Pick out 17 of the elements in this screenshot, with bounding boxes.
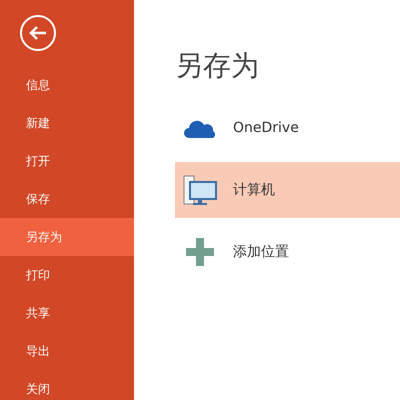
- sidebar-item[interactable]: 打印: [0, 256, 134, 294]
- location-item[interactable]: 计算机: [175, 162, 400, 218]
- back-arrow-icon: [28, 25, 48, 41]
- location-item[interactable]: OneDrive: [175, 100, 400, 156]
- sidebar-item[interactable]: 新建: [0, 104, 134, 142]
- sidebar-item[interactable]: 共享: [0, 294, 134, 332]
- sidebar-item[interactable]: 信息: [0, 66, 134, 104]
- sidebar-item[interactable]: 另存为: [0, 218, 134, 256]
- page-title: 另存为: [175, 52, 260, 80]
- location-item[interactable]: 添加位置: [175, 224, 400, 280]
- computer-icon: [183, 174, 217, 206]
- back-button[interactable]: [20, 15, 56, 51]
- sidebar-item[interactable]: 保存: [0, 180, 134, 218]
- plus-icon: [186, 238, 214, 266]
- sidebar-item[interactable]: 关闭: [0, 370, 134, 400]
- sidebar-item[interactable]: 导出: [0, 332, 134, 370]
- sidebar-item[interactable]: 打开: [0, 142, 134, 180]
